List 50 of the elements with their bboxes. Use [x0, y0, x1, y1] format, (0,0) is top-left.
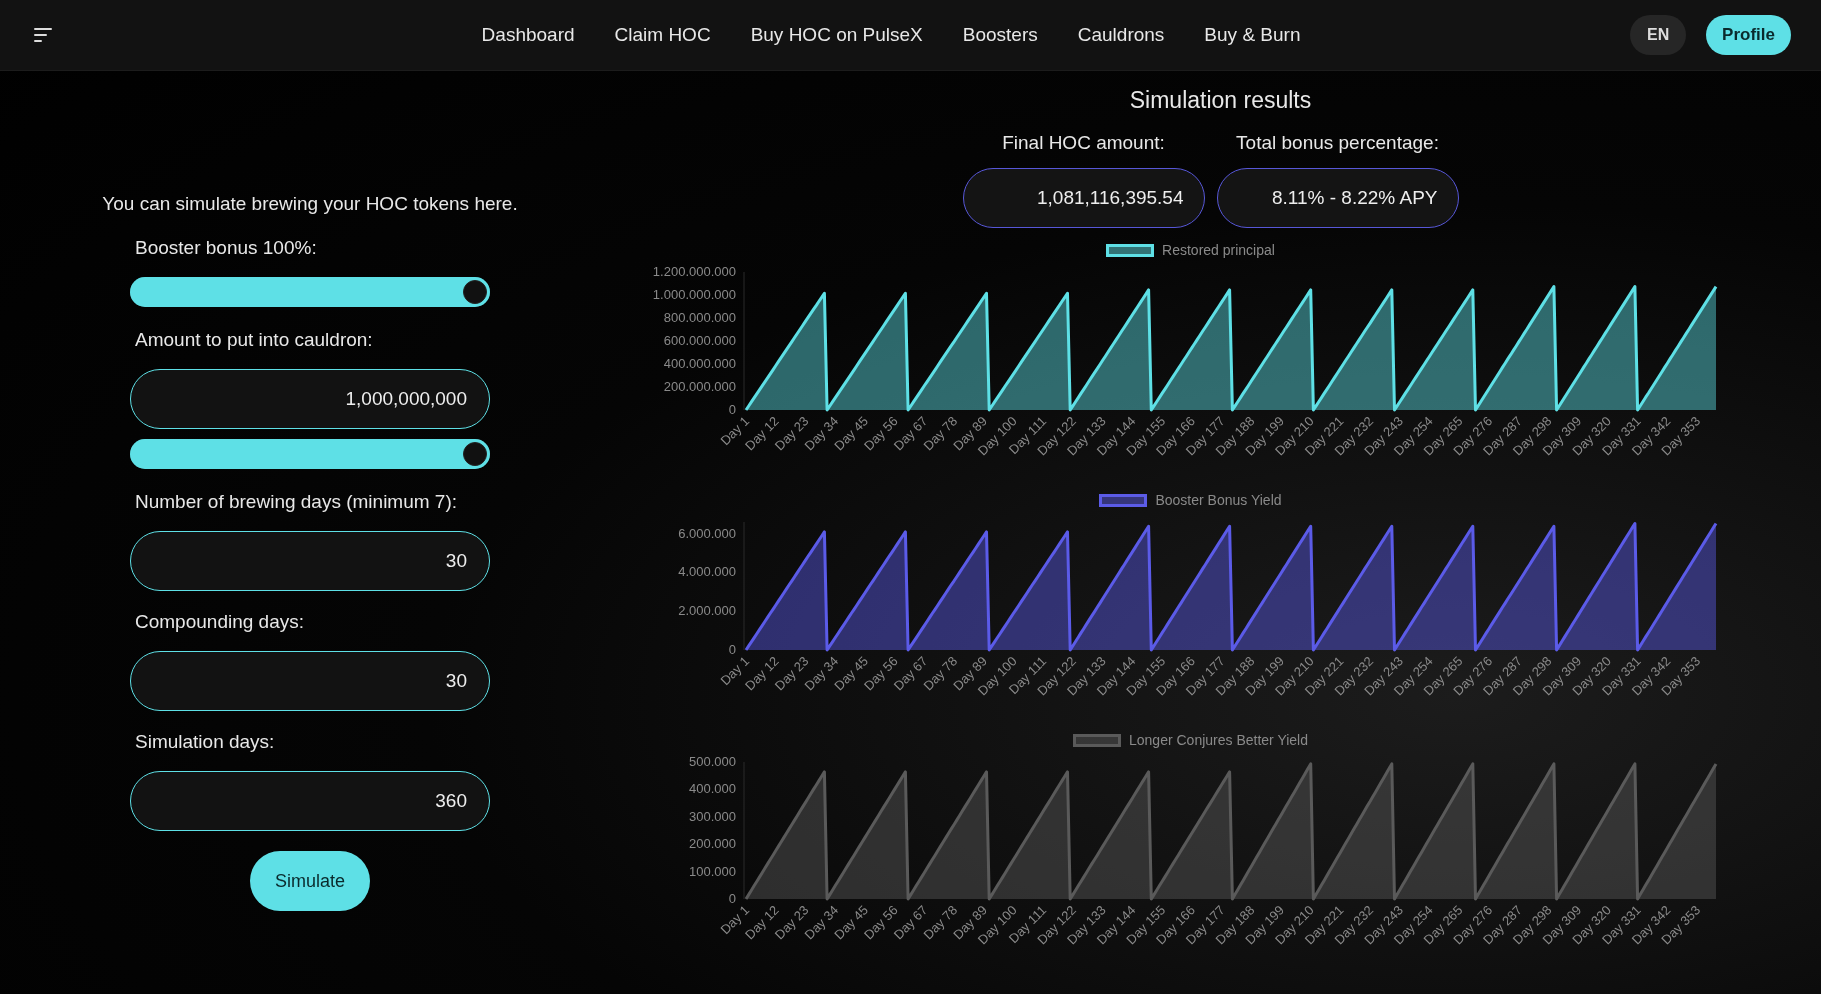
axis-label: 200.000	[688, 836, 736, 852]
output-label: Total bonus percentage:	[1236, 132, 1439, 154]
axis-label: 800.000.000	[663, 310, 736, 325]
input-field[interactable]: 30	[130, 651, 490, 711]
input-field[interactable]: 1,000,000,000	[130, 369, 490, 429]
nav-link[interactable]: Claim HOC	[614, 24, 711, 46]
slider[interactable]	[130, 439, 490, 469]
legend-swatch	[1073, 733, 1121, 747]
input-field[interactable]: 30	[130, 531, 490, 591]
result-value: 8.11% - 8.22% APY	[1216, 168, 1459, 228]
nav-link[interactable]: Buy HOC on PulseX	[750, 24, 923, 46]
field-label: Number of brewing days (minimum 7):	[135, 491, 459, 513]
legend-swatch	[1099, 493, 1148, 507]
nav-link[interactable]: Dashboard	[481, 24, 575, 46]
axis-label: 0	[728, 402, 736, 417]
profile-button[interactable]: Profile	[1706, 15, 1791, 55]
axis-label: 200.000.000	[663, 379, 736, 394]
legend-label: Longer Conjures Better Yield	[1129, 732, 1308, 748]
axis-label: 300.000	[688, 808, 736, 824]
nav-link[interactable]: Cauldrons	[1077, 24, 1165, 46]
axis-label: 4.000.000	[677, 564, 736, 580]
axis-label: 0	[728, 642, 736, 657]
legend-label: Booster Bonus Yield	[1155, 492, 1282, 508]
axis-label: 400.000.000	[663, 356, 736, 371]
nav-link[interactable]: Buy & Burn	[1204, 24, 1301, 46]
axis-label: 1.200.000.000	[652, 264, 736, 279]
axis-label: 600.000.000	[663, 333, 736, 348]
axis-label: 0	[728, 891, 736, 906]
slider[interactable]	[130, 277, 490, 307]
axis-label: 6.000.000	[677, 525, 736, 541]
nav-link[interactable]: Boosters	[962, 24, 1038, 46]
result-value: 1,081,116,395.54	[962, 168, 1205, 228]
input-field[interactable]: 360	[130, 771, 490, 831]
axis-label: 2.000.000	[677, 603, 736, 619]
axis-label: 500.000	[688, 754, 736, 769]
axis-label: 1.000.000.000	[652, 287, 736, 302]
legend-label: Restored principal	[1162, 242, 1275, 258]
field-label: Booster bonus 100%:	[135, 237, 318, 259]
axis-label: 100.000	[688, 863, 736, 879]
field-label: Amount to put into cauldron:	[135, 329, 374, 351]
axis-label: 400.000	[688, 781, 736, 797]
output-label: Final HOC amount:	[1002, 132, 1165, 154]
menu-icon[interactable]	[34, 28, 52, 42]
results-title: Simulation results	[1129, 87, 1312, 114]
intro-text: You can simulate brewing your HOC tokens here.	[102, 193, 518, 215]
field-label: Simulation days:	[135, 731, 276, 753]
simulate-button[interactable]: Simulate	[250, 851, 370, 911]
field-label: Compounding days:	[135, 611, 305, 633]
language-button[interactable]: EN	[1630, 15, 1687, 55]
legend-swatch	[1106, 243, 1155, 257]
